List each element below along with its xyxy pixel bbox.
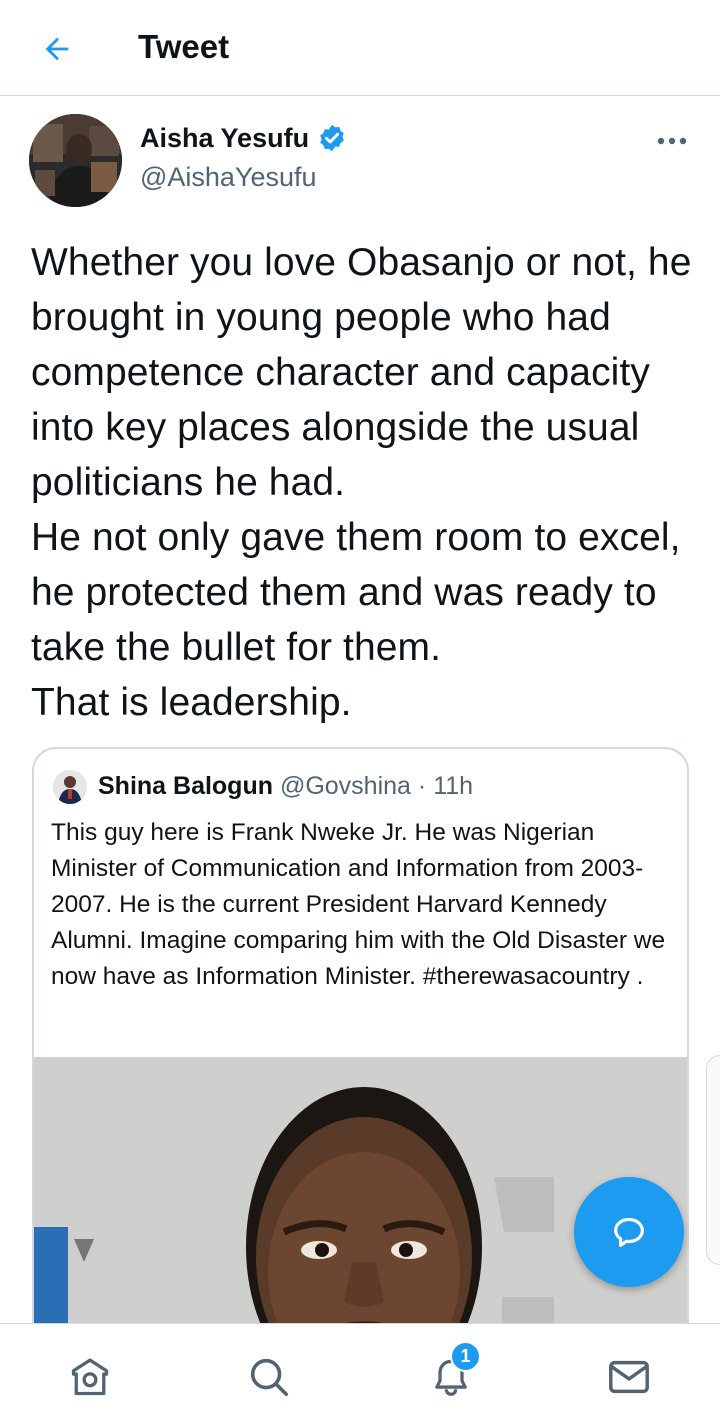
tweet-paragraph: Whether you love Obasanjo or not, he bro… bbox=[31, 241, 692, 504]
more-horizontal-icon bbox=[657, 137, 687, 145]
messages-envelope-icon bbox=[609, 1360, 649, 1394]
quoted-tweet-time: 11h bbox=[433, 772, 474, 800]
author-name[interactable]: Aisha Yesufu bbox=[140, 121, 347, 155]
notification-count-badge: 1 bbox=[450, 1341, 481, 1372]
quoted-tweet-text: This guy here is Frank Nweke Jr. He was … bbox=[51, 819, 666, 990]
verified-badge-icon bbox=[317, 123, 347, 153]
quoted-tweet-card[interactable]: Shina Balogun @Govshina · 11h This guy h… bbox=[32, 747, 689, 1387]
author-name-text: Aisha Yesufu bbox=[140, 123, 310, 153]
page-title: Tweet bbox=[138, 28, 230, 65]
reply-fab-button[interactable] bbox=[574, 1177, 684, 1287]
reply-bubble-icon bbox=[614, 1217, 644, 1247]
quoted-author-handle[interactable]: @Govshina bbox=[280, 772, 411, 800]
nav-home[interactable] bbox=[67, 1354, 113, 1400]
search-icon bbox=[250, 1358, 289, 1397]
home-icon bbox=[71, 1358, 109, 1396]
tweet-paragraph: That is leadership. bbox=[31, 681, 352, 724]
tweet-text: Whether you love Obasanjo or not, he bro… bbox=[31, 235, 701, 730]
quoted-tweet-meta: Shina Balogun @Govshina · 11h bbox=[98, 769, 473, 803]
author-handle[interactable]: @AishaYesufu bbox=[140, 160, 317, 194]
arrow-left-icon bbox=[45, 37, 69, 61]
bottom-navigation bbox=[0, 1323, 720, 1420]
more-options-button[interactable] bbox=[650, 126, 694, 156]
quoted-author-name[interactable]: Shina Balogun bbox=[98, 772, 273, 800]
author-avatar[interactable] bbox=[29, 114, 122, 207]
nav-messages[interactable] bbox=[606, 1354, 652, 1400]
meta-separator: · bbox=[417, 772, 427, 800]
nav-search[interactable] bbox=[246, 1354, 292, 1400]
tweet-paragraph: He not only gave them room to excel, he … bbox=[31, 516, 681, 669]
top-app-bar: Tweet bbox=[0, 0, 720, 96]
quoted-author-avatar[interactable] bbox=[53, 770, 87, 804]
back-button[interactable] bbox=[34, 26, 80, 72]
side-panel-handle[interactable] bbox=[706, 1055, 720, 1265]
